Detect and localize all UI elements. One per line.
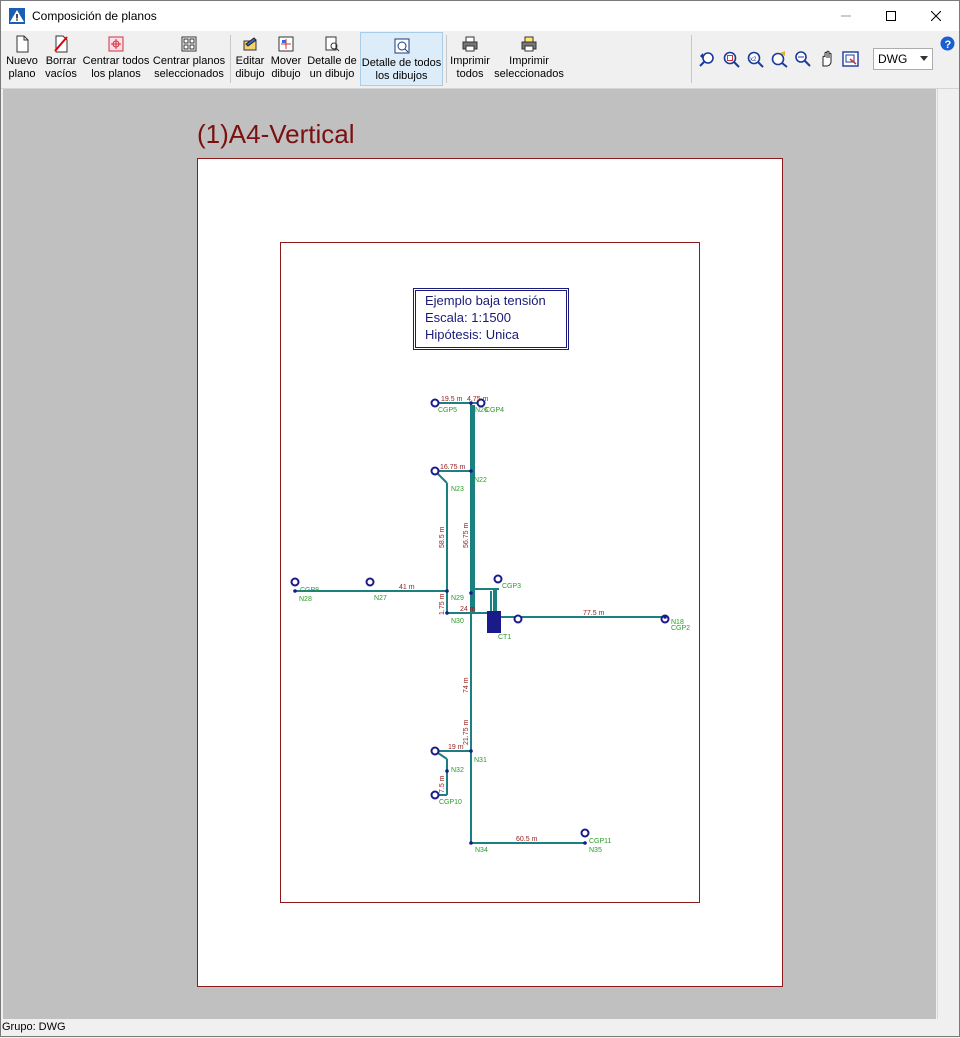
length-label: 19 m: [448, 744, 464, 751]
node-marker[interactable]: [513, 614, 523, 624]
node-label: N32: [451, 767, 464, 774]
length-label: 4.75 m: [467, 396, 489, 403]
composition-window: Composición de planos Nuevo plano Borrar…: [0, 0, 960, 1037]
node-marker[interactable]: [430, 746, 440, 756]
drawing-legend: Ejemplo baja tensión Escala: 1:1500 Hipó…: [413, 288, 569, 350]
node-label: N29: [451, 595, 464, 602]
length-label: 56.75 m: [463, 523, 470, 548]
node-label: N22: [474, 477, 487, 484]
length-label: 74 m: [463, 677, 470, 693]
length-label: 77.5 m: [583, 610, 605, 617]
status-bar: Grupo: DWG: [1, 1020, 959, 1036]
node-label: CGP8: [300, 587, 319, 594]
length-label: 19.5 m: [441, 396, 463, 403]
node-label: N35: [589, 847, 602, 854]
node-marker[interactable]: [493, 574, 503, 584]
node-marker[interactable]: [365, 577, 375, 587]
network-drawing: CGP5 N26 CGP4 N22 N23 CGP8 N28 N27 N29 N…: [290, 396, 690, 854]
node-label: N28: [299, 596, 312, 603]
network-lines: [295, 402, 665, 844]
node-label: N34: [475, 847, 488, 854]
node-label: CGP11: [589, 838, 612, 845]
junction-dots: [293, 401, 667, 845]
status-text: Grupo: DWG: [2, 1021, 66, 1033]
length-label: 60.5 m: [516, 836, 538, 843]
length-label: 58.5 m: [439, 526, 446, 548]
node-label: CGP5: [438, 407, 457, 414]
node-label: N30: [451, 618, 464, 625]
node-marker[interactable]: [290, 577, 300, 587]
length-label: 24 m: [460, 606, 476, 613]
node-marker[interactable]: [430, 466, 440, 476]
legend-title: Ejemplo baja tensión: [425, 293, 546, 308]
length-label: 1.75 m: [439, 593, 446, 615]
length-label: 41 m: [399, 584, 415, 591]
node-label: N31: [474, 757, 487, 764]
legend-scale: Escala: 1:1500: [425, 310, 512, 325]
node-label: CGP10: [439, 799, 462, 806]
ct-block: [487, 611, 501, 633]
length-labels: 19.5 m 4.75 m 16.75 m 58.5 m 56.75 m 41 …: [399, 396, 605, 843]
legend-hypothesis: Hipótesis: Unica: [425, 327, 519, 342]
node-label: N23: [451, 486, 464, 493]
node-label: CT1: [498, 634, 511, 641]
node-marker[interactable]: [580, 828, 590, 838]
node-label: CGP3: [502, 583, 521, 590]
node-label: CGP2: [671, 625, 690, 632]
node-marker[interactable]: [430, 790, 440, 800]
node-label: CGP4: [485, 407, 504, 414]
length-label: 16.75 m: [440, 464, 465, 471]
length-label: 21.75 m: [463, 720, 470, 745]
node-label: N27: [374, 595, 387, 602]
node-marker[interactable]: [430, 398, 440, 408]
length-label: 7.5 m: [439, 775, 446, 793]
